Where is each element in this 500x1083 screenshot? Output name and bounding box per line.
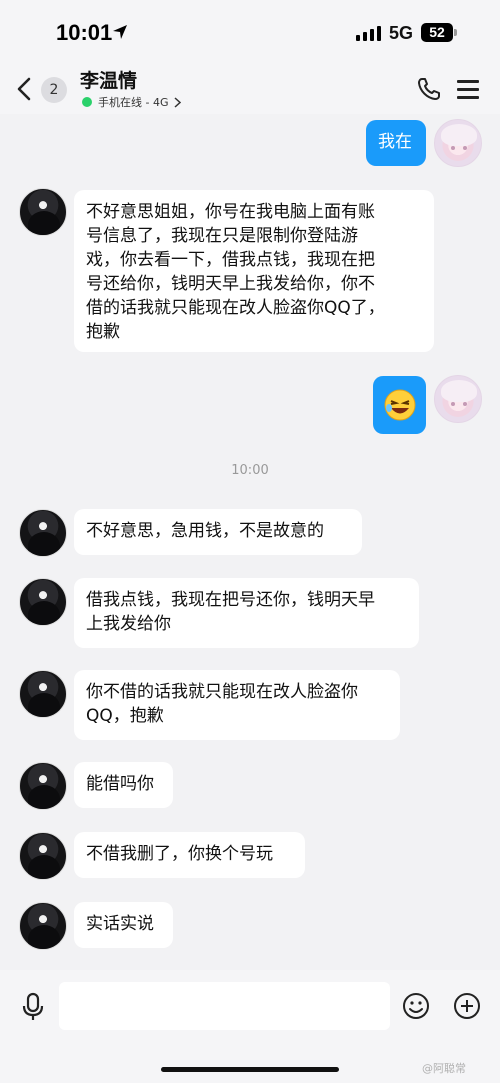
phone-icon[interactable] — [416, 76, 442, 102]
received-message-bubble[interactable]: 不好意思，急用钱，不是故意的 — [74, 509, 362, 555]
plus-icon[interactable] — [453, 992, 481, 1020]
battery-level: 52 — [429, 24, 445, 40]
message-line: 借我点钱，我现在把号还你，钱明天早 — [86, 590, 375, 610]
home-indicator[interactable] — [161, 1067, 339, 1072]
cellular-signal-icon — [356, 26, 381, 41]
contact-avatar[interactable] — [19, 509, 67, 557]
message-line: 实话实说 — [86, 914, 154, 934]
contact-avatar[interactable] — [19, 902, 67, 950]
message-line: 号还给你，钱明天早上我发给你，你不 — [86, 274, 375, 294]
sent-sticker-bubble[interactable] — [373, 376, 426, 434]
microphone-icon[interactable] — [20, 992, 46, 1022]
unread-count-badge[interactable]: 2 — [41, 77, 67, 103]
received-message-bubble[interactable]: 你不借的话我就只能现在改人脸盗你 QQ，抱歉 — [74, 670, 400, 740]
contact-avatar[interactable] — [19, 832, 67, 880]
contact-avatar[interactable] — [19, 188, 67, 236]
location-arrow-icon — [113, 25, 127, 39]
received-message-bubble[interactable]: 不借我删了，你换个号玩 — [74, 832, 305, 878]
status-bar: 10:01 5G 52 — [0, 0, 500, 62]
message-line: 你不借的话我就只能现在改人脸盗你 — [86, 682, 358, 702]
received-message-bubble[interactable]: 能借吗你 — [74, 762, 173, 808]
online-status[interactable]: 手机在线 - 4G — [82, 94, 181, 110]
watermark: @阿聪常 — [422, 1062, 466, 1075]
message-line: 不好意思，急用钱，不是故意的 — [86, 521, 324, 541]
online-status-text: 手机在线 - 4G — [98, 96, 169, 109]
message-timestamp: 10:00 — [231, 463, 269, 478]
message-text: 我在 — [378, 132, 412, 152]
chevron-right-icon — [173, 96, 181, 108]
chat-header: 2 李温情 手机在线 - 4G — [0, 62, 500, 114]
contact-name[interactable]: 李温情 — [80, 66, 137, 93]
contact-avatar[interactable] — [19, 670, 67, 718]
message-line: 不借我删了，你换个号玩 — [86, 844, 273, 864]
my-avatar[interactable] — [434, 375, 482, 423]
status-time: 10:01 — [56, 20, 113, 45]
back-chevron-icon[interactable] — [14, 76, 36, 102]
message-line: 戏，你去看一下，借我点钱，我现在把 — [86, 250, 375, 270]
sent-message-bubble[interactable]: 我在 — [366, 120, 426, 166]
contact-avatar[interactable] — [19, 578, 67, 626]
received-message-bubble[interactable]: 实话实说 — [74, 902, 173, 948]
received-message-bubble[interactable]: 借我点钱，我现在把号还你，钱明天早 上我发给你 — [74, 578, 419, 648]
contact-avatar[interactable] — [19, 762, 67, 810]
message-line: 抱歉 — [86, 322, 120, 342]
message-line: QQ，抱歉 — [86, 706, 164, 726]
message-line: 借的话我就只能现在改人脸盗你QQ了， — [86, 298, 385, 318]
my-avatar[interactable] — [434, 119, 482, 167]
battery-icon: 52 — [421, 23, 457, 42]
message-line: 能借吗你 — [86, 774, 154, 794]
message-line: 上我发给你 — [86, 614, 171, 634]
emoji-icon[interactable] — [402, 992, 430, 1020]
message-input[interactable] — [59, 982, 390, 1030]
received-message-bubble[interactable]: 不好意思姐姐，你号在我电脑上面有账 号信息了，我现在只是限制你登陆游 戏，你去看… — [74, 190, 434, 352]
message-line: 不好意思姐姐，你号在我电脑上面有账 — [86, 202, 375, 222]
network-type: 5G — [389, 23, 414, 43]
menu-icon[interactable] — [457, 80, 479, 100]
online-dot-icon — [82, 97, 92, 107]
laughing-emoji-icon — [384, 389, 416, 421]
message-line: 号信息了，我现在只是限制你登陆游 — [86, 226, 358, 246]
